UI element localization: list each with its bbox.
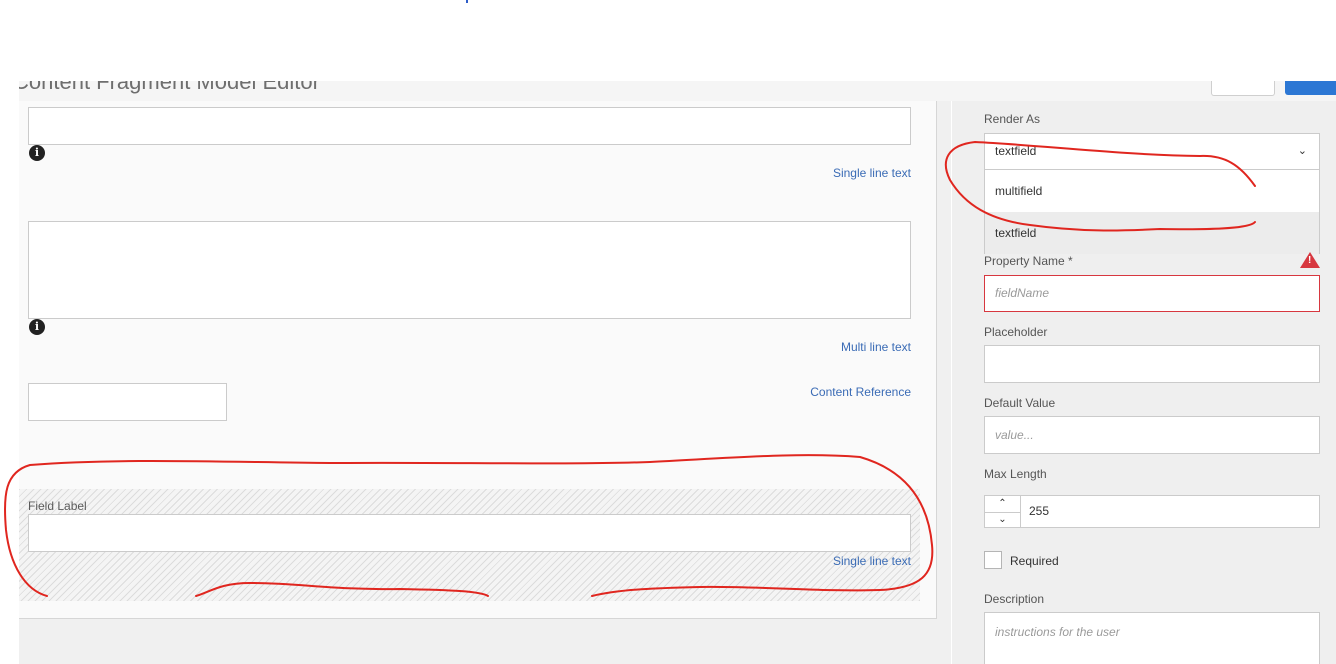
max-length-input[interactable]: 255 — [1021, 495, 1320, 528]
render-as-value: textfield — [995, 144, 1037, 158]
selected-field-zone[interactable]: Field Label Single line text — [19, 489, 920, 601]
info-icon[interactable]: i — [29, 145, 45, 161]
chevron-down-icon[interactable]: ⌄ — [985, 512, 1020, 528]
info-icon[interactable]: i — [29, 319, 45, 335]
save-button[interactable] — [1285, 81, 1336, 95]
header-bar: Content Fragment Model Editor — [19, 81, 1336, 101]
default-value-label: Default Value — [984, 396, 1056, 410]
max-length-stepper: ⌃ ⌄ — [984, 495, 1021, 528]
warning-mark: ! — [1308, 255, 1312, 266]
top-marker — [466, 0, 468, 3]
field-type-label: Single line text — [832, 166, 911, 180]
field-type-label: Multi line text — [840, 340, 911, 354]
field-label: Field Label — [28, 499, 87, 513]
editor-canvas: i Single line text i Multi line text Con… — [19, 101, 951, 664]
default-value-input[interactable]: value... — [984, 416, 1320, 454]
chevron-down-icon: ⌄ — [1297, 145, 1307, 157]
required-label: Required — [1010, 554, 1059, 568]
properties-panel: Render As textfield ⌄ multifield textfie… — [952, 101, 1336, 664]
render-as-select[interactable]: textfield ⌄ — [984, 133, 1320, 170]
multi-line-field-input[interactable] — [28, 221, 911, 319]
dropdown-option-multifield[interactable]: multifield — [985, 170, 1319, 212]
page-title: Content Fragment Model Editor — [19, 81, 320, 94]
form-area: i Single line text i Multi line text Con… — [19, 101, 937, 619]
content-reference-input[interactable] — [28, 383, 227, 421]
placeholder-input[interactable] — [984, 345, 1320, 383]
property-name-label: Property Name * — [984, 254, 1073, 268]
dropdown-option-textfield[interactable]: textfield — [985, 212, 1319, 254]
max-length-label: Max Length — [984, 467, 1047, 481]
description-input[interactable]: instructions for the user — [984, 612, 1320, 664]
property-name-input[interactable]: fieldName — [984, 275, 1320, 312]
field-type-label: Single line text — [832, 554, 911, 568]
render-as-dropdown: multifield textfield — [984, 170, 1320, 254]
description-label: Description — [984, 592, 1045, 606]
placeholder-label: Placeholder — [984, 325, 1048, 339]
cancel-button[interactable] — [1211, 81, 1275, 96]
new-field-input[interactable] — [28, 514, 911, 552]
chevron-up-icon[interactable]: ⌃ — [985, 496, 1020, 513]
field-type-label: Content Reference — [810, 385, 911, 399]
single-line-field-input[interactable] — [28, 107, 911, 145]
render-as-label: Render As — [984, 112, 1041, 126]
required-checkbox[interactable] — [984, 551, 1002, 569]
